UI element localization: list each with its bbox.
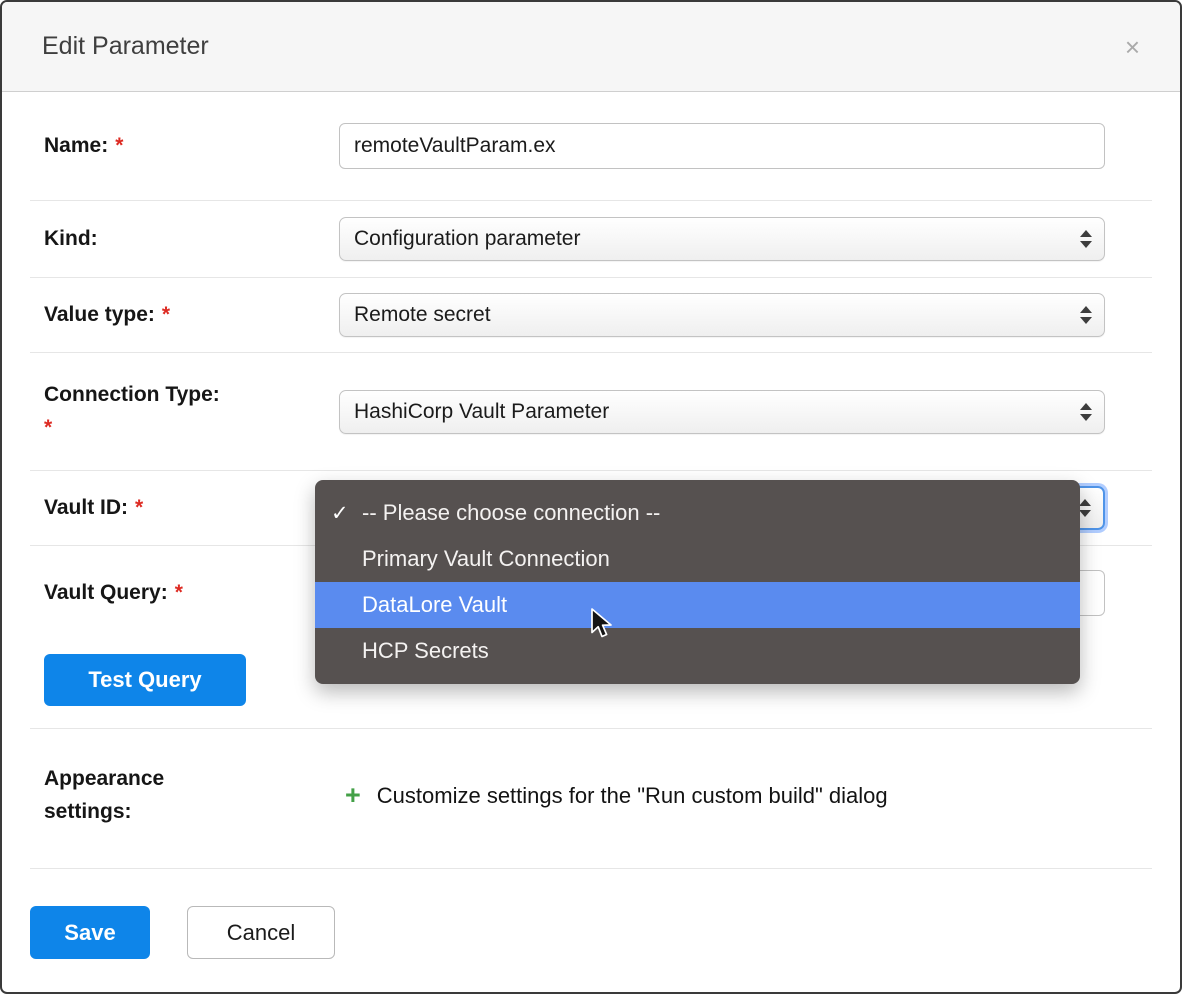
plus-icon[interactable]: +: [339, 782, 361, 809]
dropdown-item-primary-vault-connection[interactable]: Primary Vault Connection: [315, 536, 1080, 582]
connection-type-select[interactable]: HashiCorp Vault Parameter: [339, 390, 1105, 434]
dialog-footer: Save Cancel: [30, 869, 1152, 996]
cancel-button[interactable]: Cancel: [187, 906, 335, 959]
select-arrows-icon: [1079, 499, 1091, 517]
checkmark-icon: ✓: [331, 501, 349, 526]
select-arrows-icon: [1080, 230, 1092, 248]
select-arrows-icon: [1080, 403, 1092, 421]
customize-settings-link-text: Customize settings for the "Run custom b…: [377, 783, 888, 809]
row-value-type: Value type:* Remote secret: [30, 278, 1152, 353]
required-asterisk: *: [162, 303, 170, 326]
required-asterisk: *: [135, 496, 143, 519]
vault-id-label: Vault ID:*: [30, 492, 339, 525]
dropdown-item-please-choose[interactable]: ✓ -- Please choose connection --: [315, 490, 1080, 536]
row-name: Name:*: [30, 92, 1152, 201]
kind-label: Kind:: [30, 223, 339, 256]
dialog-header: Edit Parameter ×: [2, 2, 1180, 92]
row-connection-type: Connection Type:* HashiCorp Vault Parame…: [30, 353, 1152, 471]
select-arrows-icon: [1080, 306, 1092, 324]
name-label: Name:*: [30, 130, 339, 163]
dialog-title: Edit Parameter: [42, 32, 209, 61]
required-asterisk: *: [115, 134, 123, 157]
row-kind: Kind: Configuration parameter: [30, 201, 1152, 278]
kind-select-value: Configuration parameter: [354, 227, 580, 251]
name-input[interactable]: [339, 123, 1105, 169]
close-icon[interactable]: ×: [1125, 34, 1140, 60]
appearance-settings-label: Appearance settings:: [30, 763, 339, 828]
value-type-label: Value type:*: [30, 299, 339, 332]
connection-type-label: Connection Type:*: [30, 379, 339, 444]
connection-type-select-value: HashiCorp Vault Parameter: [354, 400, 609, 424]
save-button[interactable]: Save: [30, 906, 150, 959]
vault-query-label: Vault Query:*: [30, 577, 339, 610]
dropdown-item-hcp-secrets[interactable]: HCP Secrets: [315, 628, 1080, 674]
row-appearance-settings: Appearance settings: + Customize setting…: [30, 729, 1152, 869]
kind-select[interactable]: Configuration parameter: [339, 217, 1105, 261]
customize-settings-link[interactable]: + Customize settings for the "Run custom…: [339, 782, 1105, 809]
value-type-select[interactable]: Remote secret: [339, 293, 1105, 337]
required-asterisk: *: [175, 581, 183, 604]
required-asterisk: *: [44, 412, 244, 445]
connection-dropdown-popup: ✓ -- Please choose connection -- Primary…: [315, 480, 1080, 684]
dropdown-item-datalore-vault[interactable]: DataLore Vault: [315, 582, 1080, 628]
test-query-button[interactable]: Test Query: [44, 654, 246, 706]
value-type-select-value: Remote secret: [354, 303, 491, 327]
